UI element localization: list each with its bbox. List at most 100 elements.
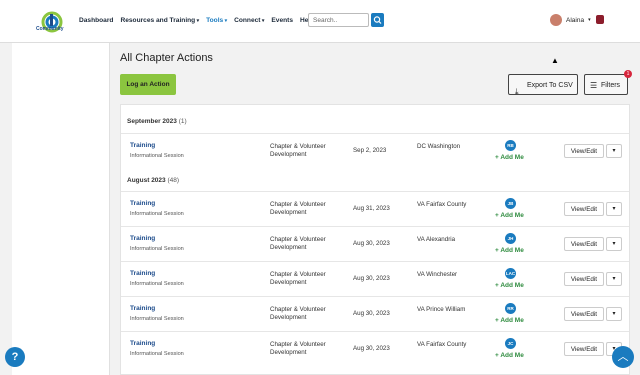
main-nav: Dashboard Resources and Training Tools C…: [79, 17, 314, 24]
action-category: Chapter & Volunteer Development: [270, 341, 326, 356]
action-location: VA Fairfax County: [417, 341, 467, 348]
action-date: Aug 31, 2023: [353, 205, 390, 212]
group-count: (1): [178, 118, 187, 125]
action-title-link[interactable]: Training: [130, 270, 155, 277]
add-me-link[interactable]: + Add Me: [495, 317, 524, 324]
action-location: VA Prince William: [417, 306, 466, 313]
row-dropdown-button[interactable]: ▾: [606, 307, 622, 321]
scroll-to-top-button[interactable]: ︿: [612, 346, 634, 368]
action-category: Chapter & Volunteer Development: [270, 236, 326, 251]
add-me-link[interactable]: + Add Me: [495, 352, 524, 359]
participant-avatar: LAC: [505, 268, 516, 279]
action-location: VA Alexandria: [417, 236, 456, 243]
view-edit-button[interactable]: View/Edit: [564, 342, 604, 356]
nav-connect[interactable]: Connect: [234, 17, 264, 24]
actions-table: September 2023 (1) Training Informationa…: [120, 104, 630, 375]
participant-avatar: RB: [505, 140, 516, 151]
action-date: Aug 30, 2023: [353, 240, 390, 247]
question-icon: ?: [11, 351, 19, 363]
add-me-link[interactable]: + Add Me: [495, 154, 524, 161]
action-subtitle: Informational Session: [130, 281, 184, 287]
chevron-down-icon: ▾: [612, 311, 616, 317]
action-category: Chapter & Volunteer Development: [270, 143, 326, 158]
action-title-link[interactable]: Training: [130, 200, 155, 207]
search-button[interactable]: [371, 13, 384, 27]
action-title-link[interactable]: Training: [130, 340, 155, 347]
filters-count-badge: 1: [624, 70, 632, 78]
participant-avatar: JH: [505, 233, 516, 244]
notification-icon[interactable]: [596, 15, 604, 24]
chevron-up-icon: ︿: [617, 351, 629, 363]
action-title-link[interactable]: Training: [130, 235, 155, 242]
nav-resources-and-training[interactable]: Resources and Training: [120, 17, 199, 24]
row-dropdown-button[interactable]: ▾: [606, 202, 622, 216]
group-label: August 2023: [127, 177, 166, 184]
download-icon: ⤓: [515, 87, 519, 96]
action-category: Chapter & Volunteer Development: [270, 271, 326, 286]
page-title: All Chapter Actions: [120, 52, 213, 64]
action-subtitle: Informational Session: [130, 246, 184, 252]
nav-dashboard[interactable]: Dashboard: [79, 17, 113, 24]
row-dropdown-button[interactable]: ▾: [606, 272, 622, 286]
export-csv-button[interactable]: ⤓ Export To CSV: [508, 74, 578, 96]
view-edit-button[interactable]: View/Edit: [564, 272, 604, 286]
table-row: Training Informational Session Chapter &…: [121, 261, 629, 296]
chevron-down-icon: ▾: [588, 17, 591, 23]
action-subtitle: Informational Session: [130, 316, 184, 322]
action-category: Chapter & Volunteer Development: [270, 201, 326, 216]
action-title-link[interactable]: Training: [130, 142, 155, 149]
action-date: Aug 30, 2023: [353, 310, 390, 317]
avatar: [550, 14, 562, 26]
nav-events[interactable]: Events: [271, 17, 293, 24]
action-date: Aug 30, 2023: [353, 345, 390, 352]
user-menu[interactable]: Alaina ▾: [550, 14, 591, 26]
action-title-link[interactable]: Training: [130, 305, 155, 312]
table-row: Training Informational Session Chapter &…: [121, 331, 629, 366]
view-edit-button[interactable]: View/Edit: [564, 307, 604, 321]
row-dropdown-button[interactable]: ▾: [606, 237, 622, 251]
filters-label: Filters: [601, 82, 621, 89]
participant-avatar: RR: [505, 303, 516, 314]
filter-icon: ☰: [590, 81, 598, 90]
action-subtitle: Informational Session: [130, 211, 184, 217]
action-location: VA Fairfax County: [417, 201, 467, 208]
chevron-down-icon: ▾: [612, 148, 616, 154]
top-navbar: Community Dashboard Resources and Traini…: [0, 0, 640, 43]
view-edit-button[interactable]: View/Edit: [564, 144, 604, 158]
row-dropdown-button[interactable]: ▾: [606, 144, 622, 158]
export-label: Export To CSV: [527, 82, 573, 89]
action-subtitle: Informational Session: [130, 153, 184, 159]
chevron-down-icon: ▾: [612, 206, 616, 212]
chevron-down-icon: ▾: [612, 241, 616, 247]
search-icon: [373, 16, 382, 24]
user-name: Alaina: [566, 16, 585, 24]
filters-button[interactable]: ☰ Filters: [584, 74, 628, 95]
action-date: Sep 2, 2023: [353, 147, 387, 154]
group-label: September 2023: [127, 118, 177, 125]
table-row: Training Informational Session Chapter &…: [121, 133, 629, 168]
add-me-link[interactable]: + Add Me: [495, 212, 524, 219]
action-category: Chapter & Volunteer Development: [270, 306, 326, 321]
logo-text: Community: [36, 26, 64, 32]
add-me-link[interactable]: + Add Me: [495, 282, 524, 289]
participant-avatar: JC: [505, 338, 516, 349]
group-header-august: August 2023 (48): [127, 177, 179, 184]
left-panel: [12, 43, 110, 375]
chevron-down-icon: ▾: [612, 276, 616, 282]
nav-tools[interactable]: Tools: [206, 17, 227, 24]
action-location: VA Winchester: [417, 271, 458, 278]
search-input[interactable]: Search..: [308, 13, 369, 27]
action-subtitle: Informational Session: [130, 351, 184, 357]
participant-avatar: JB: [505, 198, 516, 209]
view-edit-button[interactable]: View/Edit: [564, 202, 604, 216]
action-location: DC Washington: [417, 143, 461, 150]
action-date: Aug 30, 2023: [353, 275, 390, 282]
table-row: Training Informational Session Chapter &…: [121, 191, 629, 226]
group-count: (48): [167, 177, 180, 184]
view-edit-button[interactable]: View/Edit: [564, 237, 604, 251]
table-row: Training Informational Session Chapter &…: [121, 296, 629, 331]
log-action-button[interactable]: Log an Action: [120, 74, 176, 95]
add-me-link[interactable]: + Add Me: [495, 247, 524, 254]
help-button[interactable]: ?: [5, 347, 25, 367]
table-row: Training Informational Session Chapter &…: [121, 226, 629, 261]
